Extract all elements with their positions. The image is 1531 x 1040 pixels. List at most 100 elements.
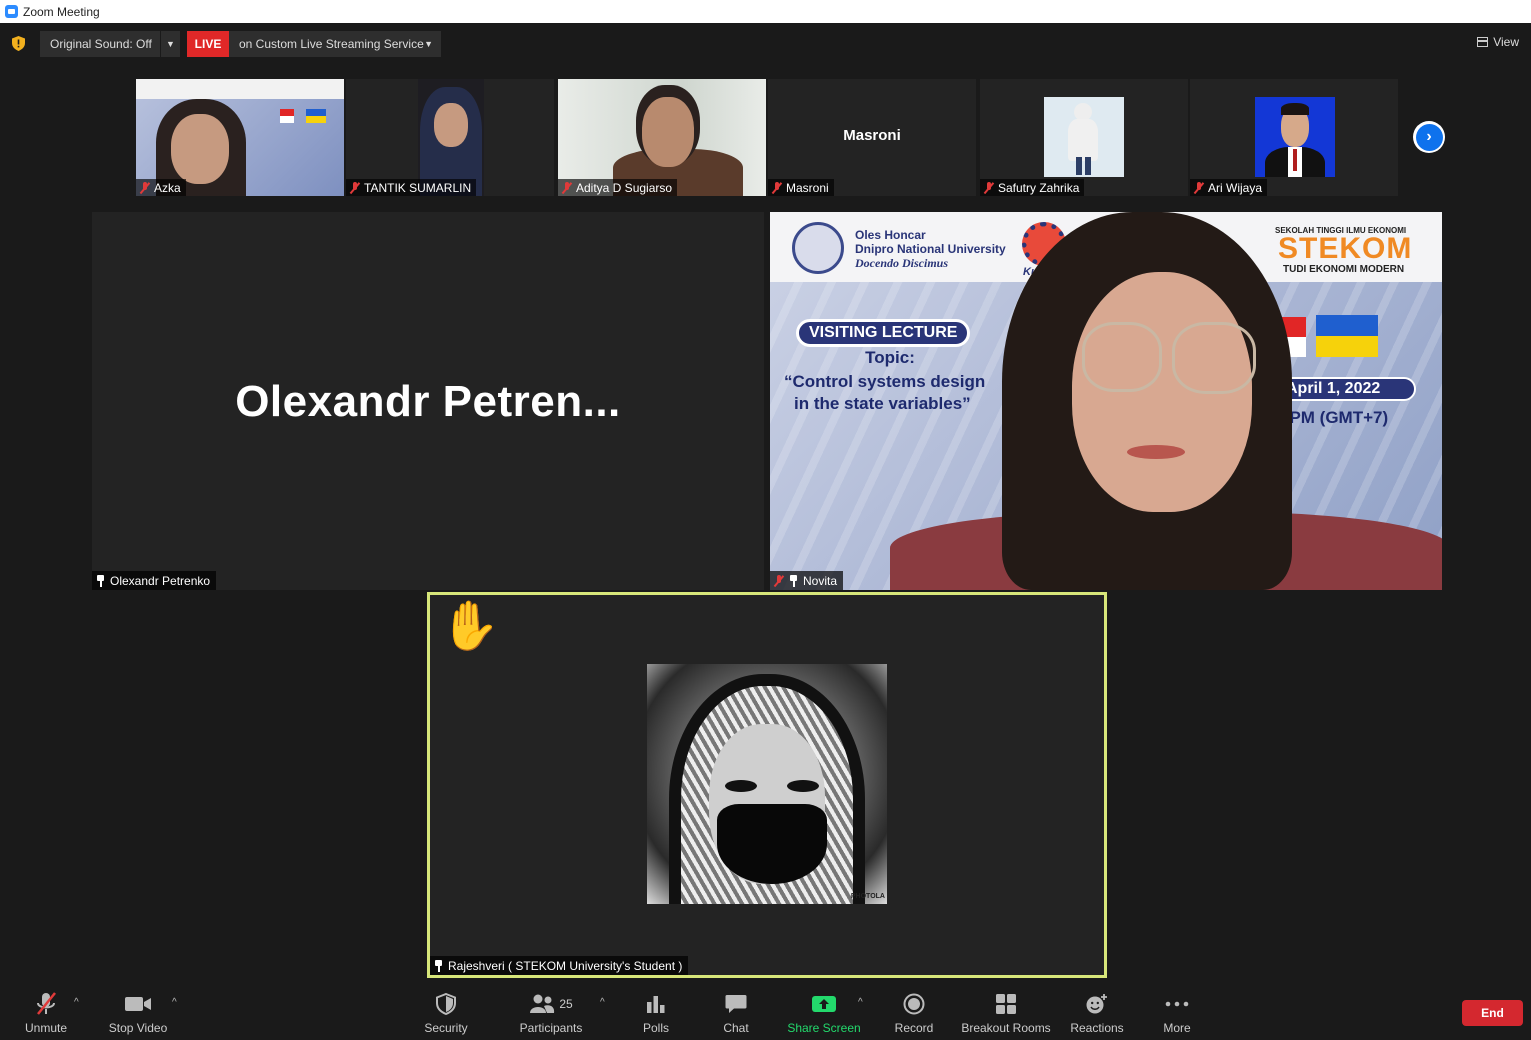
video-camera-icon xyxy=(124,991,152,1017)
video-tile-rajeshveri[interactable]: ✋ PHOTOLA Rajeshveri ( STEKOM University… xyxy=(427,592,1107,978)
slide-university-line2: Dnipro National University xyxy=(855,242,1006,256)
participant-lips xyxy=(1127,445,1185,459)
view-button[interactable]: View xyxy=(1477,35,1519,49)
original-sound-button[interactable]: Original Sound: Off xyxy=(40,31,160,57)
view-grid-icon xyxy=(1477,37,1489,47)
mic-muted-icon xyxy=(140,181,150,194)
video-options-caret[interactable]: ^ xyxy=(172,997,177,1008)
thumbnail-azka[interactable]: Azka xyxy=(136,79,344,196)
thumbnail-name-tag: Masroni xyxy=(768,179,834,196)
unmute-button[interactable]: Unmute xyxy=(22,991,70,1037)
next-page-button[interactable]: › xyxy=(1413,121,1445,153)
thumbnail-aditya-d-sugiarso[interactable]: Aditya D Sugiarso xyxy=(558,79,766,196)
window-title: Zoom Meeting xyxy=(23,4,100,19)
view-label: View xyxy=(1493,35,1519,49)
chevron-up-icon: ^ xyxy=(172,997,177,1008)
pin-icon xyxy=(96,574,105,587)
polls-button[interactable]: Polls xyxy=(640,991,672,1037)
thumbnail-ari-wijaya[interactable]: Ari Wijaya xyxy=(1190,79,1398,196)
participants-label: Participants xyxy=(519,1021,583,1035)
chat-button[interactable]: Chat xyxy=(720,991,752,1037)
chevron-down-icon: ▼ xyxy=(166,39,175,49)
slide-stekom-sub: TUDI EKONOMI MODERN xyxy=(1283,264,1405,275)
end-meeting-button[interactable]: End xyxy=(1462,1000,1523,1026)
record-button[interactable]: Record xyxy=(893,991,935,1037)
audio-options-caret[interactable]: ^ xyxy=(74,997,79,1008)
flag-ukraine-icon xyxy=(306,109,326,123)
chat-bubble-icon xyxy=(725,991,747,1017)
polls-bar-chart-icon xyxy=(646,991,666,1017)
meeting-topbar: Original Sound: Off ▼ LIVE on Custom Liv… xyxy=(0,23,1531,67)
participant-name: TANTIK SUMARLIN xyxy=(364,180,472,195)
breakout-rooms-label: Breakout Rooms xyxy=(961,1021,1051,1035)
unmute-label: Unmute xyxy=(24,1021,68,1035)
shield-icon xyxy=(436,991,456,1017)
chevron-up-icon: ^ xyxy=(858,997,863,1008)
window-titlebar: Zoom Meeting xyxy=(0,0,1531,23)
participant-name: Aditya D Sugiarso xyxy=(576,180,673,195)
slide-topic-line2: in the state variables” xyxy=(794,394,971,413)
share-screen-icon xyxy=(811,991,837,1017)
slide-date: April 1, 2022 xyxy=(1278,377,1416,401)
participant-name: Safutry Zahrika xyxy=(998,180,1080,195)
participant-name: Masroni xyxy=(786,180,829,195)
stop-video-label: Stop Video xyxy=(108,1021,168,1035)
participants-count: 25 xyxy=(559,997,573,1011)
share-screen-button[interactable]: Share Screen xyxy=(787,991,861,1037)
share-screen-label: Share Screen xyxy=(787,1021,861,1035)
original-sound-dropdown[interactable]: ▼ xyxy=(161,31,180,57)
participants-icon xyxy=(530,994,555,1013)
mic-muted-icon xyxy=(34,991,58,1017)
thumbnail-tantik-sumarlin[interactable]: TANTIK SUMARLIN xyxy=(346,79,554,196)
thumbnail-name-tag: TANTIK SUMARLIN xyxy=(346,179,477,196)
participant-name: Novita xyxy=(803,573,838,588)
mic-muted-icon xyxy=(350,181,360,194)
reactions-button[interactable]: Reactions xyxy=(1070,991,1124,1037)
tile-name-tag: Rajeshveri ( STEKOM University's Student… xyxy=(430,956,689,975)
video-tile-novita[interactable]: Oles Honcar Dnipro National University D… xyxy=(770,212,1442,590)
chat-label: Chat xyxy=(723,1021,749,1035)
breakout-rooms-button[interactable]: Breakout Rooms xyxy=(961,991,1051,1037)
flag-ukraine-icon xyxy=(1316,315,1378,357)
participant-avatar-image: PHOTOLA xyxy=(647,664,887,904)
encryption-shield-icon[interactable] xyxy=(12,36,25,51)
mic-muted-icon xyxy=(772,181,782,194)
polls-label: Polls xyxy=(642,1021,669,1035)
slide-stekom-word: STEKOM xyxy=(1278,232,1413,265)
thumbnail-name-tag: Ari Wijaya xyxy=(1190,179,1268,196)
mic-muted-icon xyxy=(774,574,784,587)
slide-visiting-lecture: VISITING LECTURE xyxy=(796,319,971,347)
tile-name-tag: Olexandr Petrenko xyxy=(92,571,217,590)
raised-hand-icon: ✋ xyxy=(440,600,500,653)
thumbnail-slide-header xyxy=(136,79,344,99)
thumbnail-masroni[interactable]: Masroni Masroni xyxy=(768,79,976,196)
zoom-logo-icon xyxy=(5,5,18,18)
chevron-up-icon: ^ xyxy=(74,997,79,1008)
share-options-caret[interactable]: ^ xyxy=(858,997,863,1008)
record-label: Record xyxy=(894,1021,934,1035)
participant-name: Rajeshveri ( STEKOM University's Student… xyxy=(448,958,683,973)
pin-icon xyxy=(789,574,798,587)
university-logo-icon xyxy=(792,222,844,274)
mic-muted-icon xyxy=(1194,181,1204,194)
thumbnail-name-tag: Aditya D Sugiarso xyxy=(558,179,678,196)
live-badge[interactable]: LIVE xyxy=(187,31,229,57)
chevron-down-icon: ▼ xyxy=(424,39,433,49)
more-dots-icon xyxy=(1165,991,1189,1017)
video-tile-olexandr-petrenko[interactable]: Olexandr Petren... Olexandr Petrenko xyxy=(92,212,764,590)
participants-options-caret[interactable]: ^ xyxy=(600,997,605,1008)
glasses-left xyxy=(1082,322,1162,392)
thumbnail-safutry-zahrika[interactable]: Safutry Zahrika xyxy=(980,79,1188,196)
smiley-plus-icon xyxy=(1085,991,1109,1017)
participant-display-name: Olexandr Petren... xyxy=(235,377,621,426)
live-streaming-menu[interactable]: on Custom Live Streaming Service ▼ xyxy=(229,31,441,57)
participant-face xyxy=(642,97,694,167)
participants-button[interactable]: 25 Participants xyxy=(518,991,584,1037)
record-icon xyxy=(903,991,925,1017)
more-button[interactable]: More xyxy=(1160,991,1194,1037)
participant-face xyxy=(434,103,468,147)
participant-avatar-image xyxy=(1255,97,1335,177)
stop-video-button[interactable]: Stop Video xyxy=(106,991,170,1037)
participant-thumbnail-strip: Azka TANTIK SUMARLIN Aditya D Sugiarso M… xyxy=(136,79,1399,196)
security-button[interactable]: Security xyxy=(420,991,472,1037)
